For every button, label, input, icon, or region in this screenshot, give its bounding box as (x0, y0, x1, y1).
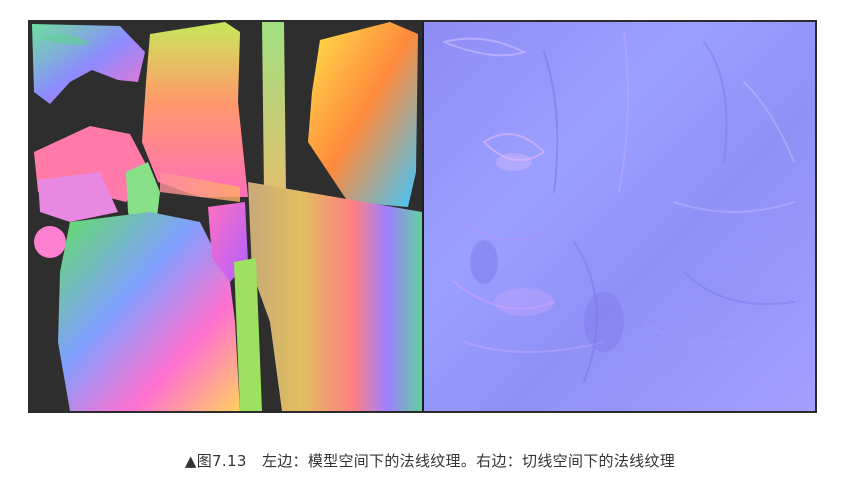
object-space-texture-art (32, 22, 422, 411)
tangent-space-texture-art (443, 31, 795, 383)
figure-caption: ▲图7.13 左边：模型空间下的法线纹理。右边：切线空间下的法线纹理 (184, 452, 676, 470)
figure-image (28, 20, 817, 413)
tangent-space-normal-map (424, 22, 815, 411)
object-space-normal-map (30, 22, 422, 411)
